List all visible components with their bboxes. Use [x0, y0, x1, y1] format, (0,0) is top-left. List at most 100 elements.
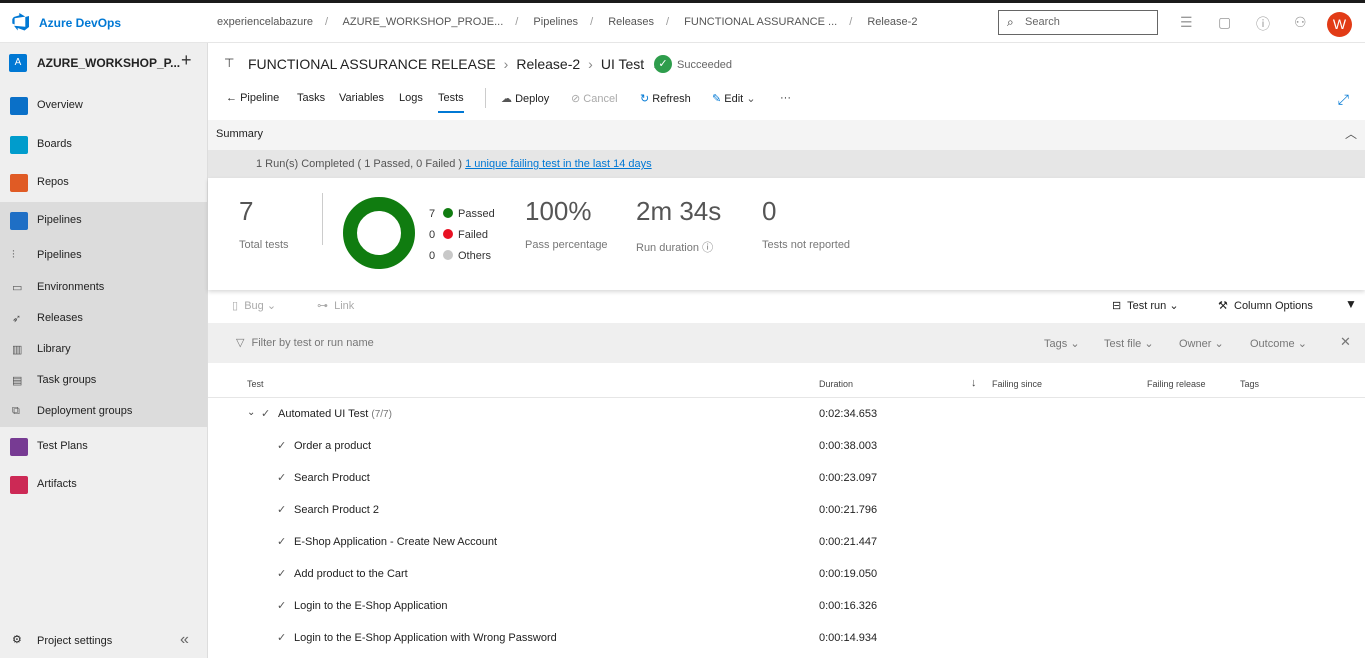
sidebar-item-test-plans[interactable]: Test Plans — [0, 432, 207, 462]
chevron-down-icon[interactable]: ⌄ — [247, 407, 255, 418]
breadcrumb-separator: / — [849, 16, 853, 28]
sidebar-subitem-deployment-groups[interactable]: ⧉ Deployment groups — [0, 397, 207, 427]
sidebar-item-pipelines[interactable]: Pipelines — [0, 206, 207, 236]
stage-name[interactable]: UI Test — [601, 56, 644, 72]
deploy-button[interactable]: ☁ Deploy — [501, 92, 549, 105]
summary-header[interactable]: Summary ︿ — [208, 120, 1365, 150]
breadcrumb-org[interactable]: experiencelabazure — [217, 16, 313, 28]
table-row[interactable]: ✓ Add product to the Cart 0:00:19.050 — [208, 559, 1365, 591]
edit-button[interactable]: ✎ Edit ⌄ — [712, 92, 756, 105]
outcome-filter-dropdown[interactable]: Outcome ⌄ — [1250, 337, 1307, 350]
info-icon[interactable]: ⓘ — [702, 242, 713, 254]
chevron-up-icon[interactable]: ︿ — [1345, 125, 1357, 142]
failing-tests-link[interactable]: 1 unique failing test in the last 14 day… — [465, 158, 652, 170]
link-button[interactable]: ⊶ Link — [317, 299, 354, 312]
tags-filter-dropdown[interactable]: Tags ⌄ — [1044, 337, 1080, 350]
tab-tests[interactable]: Tests — [438, 92, 464, 113]
sidebar-item-repos[interactable]: Repos — [0, 168, 207, 198]
pass-percentage-value: 100% — [525, 196, 592, 226]
sidebar-subitem-releases[interactable]: ➶ Releases — [0, 304, 207, 334]
project-settings-link[interactable]: ⚙ Project settings — [12, 633, 112, 647]
test-name: E-Shop Application - Create New Account — [294, 536, 498, 548]
test-file-filter-dropdown[interactable]: Test file ⌄ — [1104, 337, 1154, 350]
expand-icon[interactable]: ⤢ — [1338, 91, 1349, 108]
table-row[interactable]: ✓ E-Shop Application - Create New Accoun… — [208, 527, 1365, 559]
task-list-icon[interactable]: ☰ — [1180, 14, 1193, 31]
user-settings-icon[interactable]: ⚇ — [1294, 14, 1307, 31]
sidebar-item-label: Artifacts — [37, 478, 77, 490]
table-row[interactable]: ✓ Login to the E-Shop Application 0:00:1… — [208, 591, 1365, 623]
tab-tasks[interactable]: Tasks — [297, 92, 325, 104]
column-header-failing-since[interactable]: Failing since — [992, 379, 1042, 389]
brand-name[interactable]: Azure DevOps — [39, 16, 121, 30]
sidebar-subitem-environments[interactable]: ▭ Environments — [0, 273, 207, 303]
title-separator: › — [503, 56, 509, 72]
column-header-duration[interactable]: Duration — [819, 379, 853, 389]
help-icon[interactable]: ⓘ — [1256, 14, 1270, 34]
breadcrumb-pipelines[interactable]: Pipelines — [533, 16, 578, 28]
task-groups-icon: ▤ — [12, 375, 23, 387]
sidebar-item-overview[interactable]: Overview — [0, 91, 207, 121]
owner-filter-label: Owner — [1179, 338, 1212, 350]
deploy-label: Deploy — [515, 93, 550, 105]
filter-funnel-icon[interactable]: ▼ — [1345, 297, 1357, 311]
release-name[interactable]: Release-2 — [516, 56, 580, 72]
table-row[interactable]: ✓ Order a product 0:00:38.003 — [208, 431, 1365, 463]
run-duration-value: 2m 34s — [636, 196, 722, 226]
clear-filter-icon[interactable]: ✕ — [1340, 334, 1351, 350]
sidebar-subitem-task-groups[interactable]: ▤ Task groups — [0, 366, 207, 396]
table-row[interactable]: ✓ Search Product 2 0:00:21.796 — [208, 495, 1365, 527]
sidebar-subitem-library[interactable]: ▥ Library — [0, 335, 207, 365]
breadcrumb-releases[interactable]: Releases — [608, 16, 654, 28]
release-pipeline-name[interactable]: FUNCTIONAL ASSURANCE RELEASE — [248, 56, 496, 72]
group-by-test-run-button[interactable]: ⊟ Test run ⌄ — [1112, 299, 1179, 312]
shopping-bag-icon[interactable]: ▢ — [1218, 14, 1231, 31]
avatar[interactable]: W — [1327, 12, 1352, 37]
owner-filter-dropdown[interactable]: Owner ⌄ — [1179, 337, 1224, 350]
table-row[interactable]: ✓ Login to the E-Shop Application with W… — [208, 623, 1365, 655]
filter-input[interactable]: ▽ Filter by test or run name — [236, 336, 374, 349]
bug-button[interactable]: ▯ Bug ⌄ — [232, 299, 276, 312]
more-actions-button[interactable]: ··· — [780, 92, 791, 104]
link-icon: ⊶ — [317, 300, 328, 312]
column-header-test[interactable]: Test — [247, 379, 264, 389]
library-icon: ▥ — [12, 344, 23, 356]
pipelines-icon — [10, 212, 28, 230]
filter-bar: ▽ Filter by test or run name Tags ⌄ Test … — [208, 323, 1365, 363]
sidebar-subitem-pipelines[interactable]: ⫶ Pipelines — [0, 241, 207, 271]
test-group-row[interactable]: ⌄ ✓ Automated UI Test (7/7) 0:02:34.653 — [208, 399, 1365, 431]
cancel-icon: ⊘ — [571, 93, 581, 105]
column-header-failing-release[interactable]: Failing release — [1147, 379, 1206, 389]
refresh-button[interactable]: ↻ Refresh — [640, 92, 691, 105]
column-header-tags[interactable]: Tags — [1240, 379, 1259, 389]
sidebar-item-label: Pipelines — [37, 249, 82, 261]
azure-devops-logo[interactable] — [11, 12, 31, 32]
breadcrumb-release[interactable]: Release-2 — [867, 16, 917, 28]
column-options-button[interactable]: ⚒ Column Options — [1218, 299, 1313, 312]
test-duration: 0:00:21.796 — [819, 504, 878, 516]
sidebar-item-artifacts[interactable]: Artifacts — [0, 470, 207, 500]
test-file-filter-label: Test file — [1104, 338, 1142, 350]
tab-variables[interactable]: Variables — [339, 92, 384, 104]
tab-pipeline[interactable]: ← Pipeline — [226, 92, 279, 104]
status-badge: Succeeded — [677, 59, 733, 71]
link-label: Link — [334, 300, 355, 312]
page-title: FUNCTIONAL ASSURANCE RELEASE › Release-2 › U… — [248, 56, 660, 72]
tab-logs[interactable]: Logs — [399, 92, 423, 104]
group-name-text: Automated UI Test — [278, 408, 369, 420]
sort-descending-icon[interactable]: ↓ — [971, 377, 977, 389]
breadcrumb-project[interactable]: AZURE_WORKSHOP_PROJE... — [343, 16, 504, 28]
breadcrumb-release-pipeline[interactable]: FUNCTIONAL ASSURANCE ... — [684, 16, 837, 28]
sidebar-item-label: Task groups — [37, 374, 97, 386]
success-check-icon: ✓ — [654, 55, 672, 73]
add-icon[interactable]: + — [181, 50, 192, 71]
sidebar-item-boards[interactable]: Boards — [0, 130, 207, 160]
search-input[interactable]: ⌕ Search — [998, 10, 1158, 35]
chevron-down-icon: ⌄ — [1297, 338, 1307, 350]
project-name[interactable]: AZURE_WORKSHOP_P... — [37, 56, 180, 70]
cancel-button[interactable]: ⊘ Cancel — [571, 92, 618, 105]
table-row[interactable]: ✓ Search Product 0:00:23.097 — [208, 463, 1365, 495]
filter-icon: ▽ — [236, 337, 245, 349]
project-icon[interactable]: A — [9, 54, 27, 72]
collapse-sidebar-icon[interactable]: « — [180, 631, 189, 649]
